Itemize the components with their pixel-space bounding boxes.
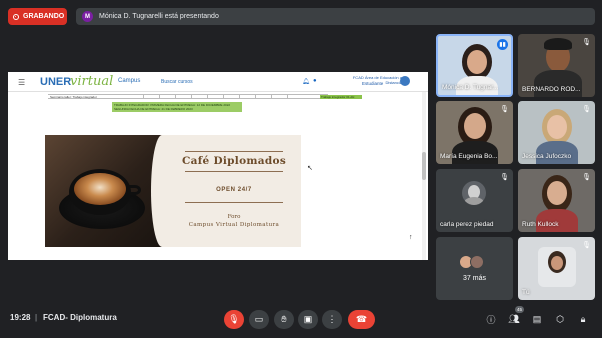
host-controls-icon[interactable]: 🔒︎ [576, 312, 590, 326]
participant-tile[interactable]: 🎙︎ Ruth Kullock [518, 169, 595, 232]
self-view-tile[interactable]: 🎙︎ Tú [518, 237, 595, 300]
info-icon[interactable]: ⓘ [484, 312, 498, 326]
mouse-cursor-icon: ↖ [307, 165, 313, 172]
grades-table: Seminario taller: Trabajo integrador Tra… [8, 92, 428, 116]
divider [185, 151, 283, 152]
chat-icon[interactable]: ▤ [530, 312, 544, 326]
camera-toggle-button[interactable]: ▭ [249, 310, 269, 329]
participant-tile[interactable]: 🎙︎ Jessica Jufoczko [518, 101, 595, 164]
cafe-banner[interactable]: Café Diplomados OPEN 24/7 Foro Campus Vi… [45, 135, 301, 247]
speaking-icon: ▮▮ [497, 39, 508, 50]
presenting-text: Mónica D. Tugnarelli está presentando [99, 13, 219, 20]
participant-name: carla perez piedad [440, 221, 494, 228]
avatar [462, 181, 486, 205]
site-header: ☰ UNER virtual Campus Buscar cursos 🔔︎ ●… [8, 72, 428, 92]
deadline-notice: TRABAJO INTEGRADOR: PRIMERA FECHA DE ENT… [112, 102, 242, 112]
user-role: Estudiante [362, 81, 384, 86]
presenter-avatar: M [82, 11, 93, 22]
participant-count-badge: 45 [515, 306, 524, 313]
participant-name: Jessica Jufoczko [522, 153, 572, 160]
banner-open: OPEN 24/7 [216, 187, 252, 193]
back-to-top-icon[interactable]: ↑ [409, 234, 413, 241]
mic-off-icon: 🎙︎ [500, 174, 509, 181]
mic-toggle-button[interactable]: 🎙︎ [224, 310, 244, 329]
presenting-banner: M Mónica D. Tugnarelli está presentando [76, 8, 595, 25]
mic-off-icon: 🎙︎ [582, 39, 591, 46]
end-call-button[interactable]: ☎︎ [348, 310, 375, 329]
more-participants-tile[interactable]: 37 más [436, 237, 513, 300]
participant-tile[interactable]: 🎙︎ BERNARDO ROD... [518, 34, 595, 97]
recording-indicator[interactable]: GRABANDO [8, 8, 67, 25]
mic-off-icon: 🎙︎ [582, 174, 591, 181]
mic-off-icon: 🎙︎ [582, 106, 591, 113]
participant-name: María Eugenia Bo... [440, 153, 498, 160]
avatar-stack [459, 255, 484, 269]
participant-name: Mónica D. Tugnar... [442, 84, 499, 91]
more-vert-icon: ⋮ [327, 314, 337, 324]
participant-name: Tú [522, 289, 530, 296]
divider [185, 202, 283, 203]
activities-icon[interactable]: ⬡ [553, 312, 567, 326]
recording-label: GRABANDO [23, 13, 65, 20]
participant-name: Ruth Kullock [522, 221, 559, 228]
clock: 19:28 [10, 313, 31, 322]
more-participants-label: 37 más [463, 275, 486, 282]
logo-uner: UNER [40, 76, 72, 88]
bell-icon[interactable]: 🔔︎ [302, 78, 310, 85]
scrollbar[interactable] [422, 92, 426, 260]
mic-off-icon: 🎙︎ [228, 314, 240, 324]
record-icon [13, 13, 19, 20]
present-icon: ▣ [303, 314, 313, 324]
camera-icon: ▭ [254, 314, 264, 324]
coffee-photo [45, 135, 173, 247]
banner-foro: Foro [227, 214, 241, 220]
meeting-name: FCAD- Diplomatura [43, 313, 117, 322]
participant-tile[interactable]: ▮▮ Mónica D. Tugnar... [436, 34, 513, 97]
banner-campus: Campus Virtual Diplomatura [188, 222, 280, 228]
deadline-cell: Trabajo integrador 01-dic [320, 95, 362, 99]
participant-tile[interactable]: 🎙︎ carla perez piedad [436, 169, 513, 232]
nav-campus-link[interactable]: Campus [118, 78, 140, 84]
participant-tile[interactable]: 🎙︎ María Eugenia Bo... [436, 101, 513, 164]
menu-icon[interactable]: ☰ [18, 78, 25, 87]
logo-virtual: virtual [70, 74, 114, 89]
table-row: Seminario taller: Trabajo integrador Tra… [48, 94, 362, 99]
divider [185, 171, 283, 172]
deadline-line-2: SEGUNDA FECHA DE ENTREGA: 21 DE FEBRERO … [114, 107, 193, 111]
mic-off-icon: 🎙︎ [500, 106, 509, 113]
people-icon[interactable]: 👥︎ [507, 312, 521, 326]
table-cells [143, 95, 303, 99]
nav-search-link[interactable]: Buscar cursos [161, 79, 193, 85]
chat-bubble-icon[interactable]: ● [313, 78, 317, 84]
raise-hand-button[interactable]: ✋︎ [274, 310, 294, 329]
more-options-button[interactable]: ⋮ [322, 310, 342, 329]
user-avatar[interactable] [400, 76, 410, 86]
separator: | [35, 313, 38, 322]
hand-icon: ✋︎ [281, 314, 287, 324]
table-row-label: Seminario taller: Trabajo integrador [50, 95, 97, 99]
present-button[interactable]: ▣ [298, 310, 318, 329]
participant-name: BERNARDO ROD... [522, 86, 581, 93]
phone-end-icon: ☎︎ [355, 314, 368, 324]
shared-screen: ☰ UNER virtual Campus Buscar cursos 🔔︎ ●… [8, 72, 428, 260]
mic-off-icon: 🎙︎ [582, 242, 591, 249]
banner-title: Café Diplomados [181, 155, 287, 167]
